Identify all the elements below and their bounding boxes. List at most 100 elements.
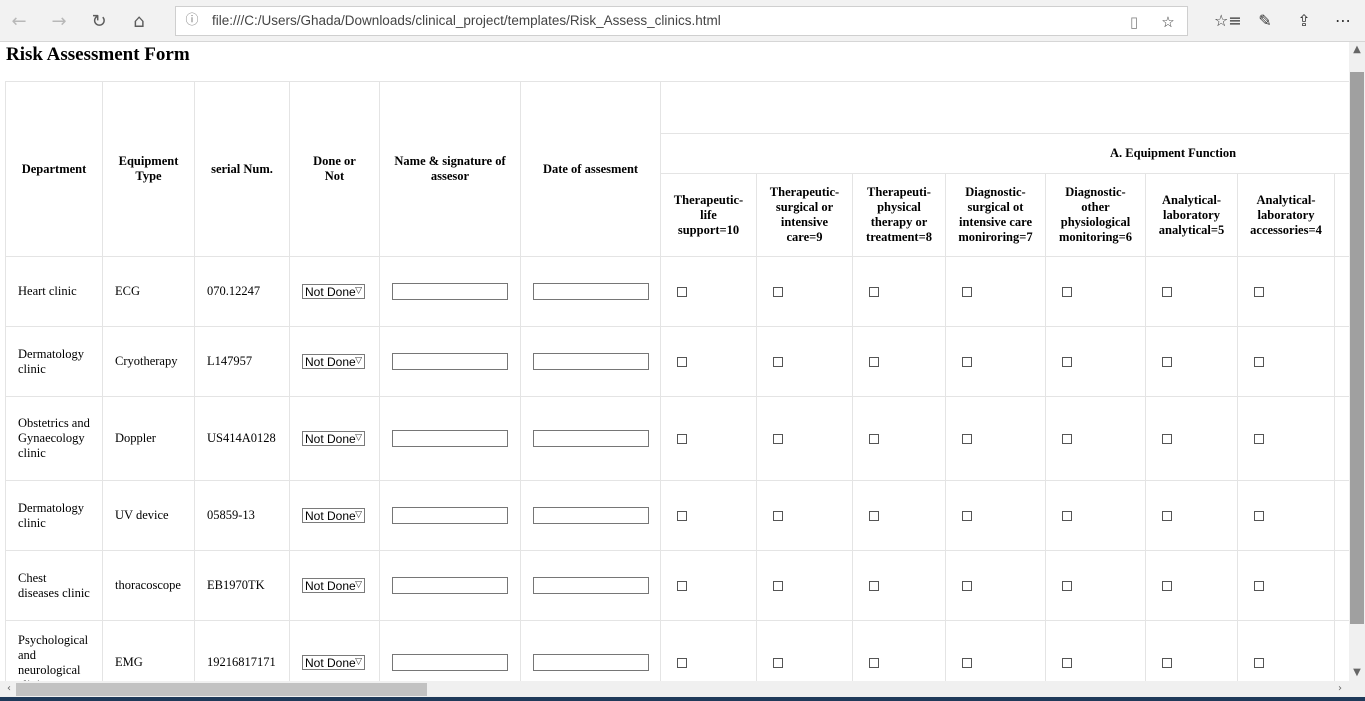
function-checkbox[interactable] bbox=[869, 658, 879, 669]
department-cell: Obstetrics and Gynaecology clinic bbox=[5, 396, 103, 481]
function-checkbox[interactable] bbox=[677, 658, 687, 669]
function-checkbox[interactable] bbox=[1162, 287, 1172, 298]
function-checkbox[interactable] bbox=[773, 287, 783, 298]
function-checkbox[interactable] bbox=[1162, 658, 1172, 669]
more-icon[interactable]: ⋯ bbox=[1331, 9, 1355, 33]
function-checkbox[interactable] bbox=[773, 658, 783, 669]
horizontal-scrollbar[interactable]: ‹ › bbox=[0, 681, 1349, 697]
function-checkbox[interactable] bbox=[1162, 357, 1172, 368]
function-checkbox[interactable] bbox=[869, 357, 879, 368]
function-checkbox[interactable] bbox=[773, 581, 783, 592]
assessor-field[interactable] bbox=[392, 283, 508, 300]
info-icon[interactable]: ⓘ bbox=[184, 13, 200, 29]
address-bar[interactable]: ⓘ file:///C:/Users/Ghada/Downloads/clini… bbox=[175, 6, 1188, 36]
equipment-type-cell: Doppler bbox=[102, 396, 195, 481]
reading-view-icon[interactable]: ▯ bbox=[1124, 12, 1144, 32]
function-checkbox[interactable] bbox=[1062, 357, 1072, 368]
function-checkbox[interactable] bbox=[962, 511, 972, 522]
header-function: Analytical-laboratory analytical=5 bbox=[1145, 173, 1238, 257]
refresh-icon[interactable]: ↻ bbox=[85, 7, 113, 35]
favorites-hub-icon[interactable]: ☆≡ bbox=[1214, 9, 1242, 33]
web-notes-icon[interactable]: ✎ bbox=[1253, 9, 1277, 33]
function-checkbox[interactable] bbox=[677, 511, 687, 522]
vertical-scrollbar[interactable]: ▲ ▼ bbox=[1349, 42, 1365, 681]
function-cell-cutoff bbox=[1334, 396, 1349, 481]
assessor-cell bbox=[379, 480, 521, 551]
function-checkbox[interactable] bbox=[962, 357, 972, 368]
done-status-select[interactable]: Not Done ▽ bbox=[302, 654, 365, 670]
assessor-field[interactable] bbox=[392, 353, 508, 370]
scroll-left-icon[interactable]: ‹ bbox=[2, 681, 16, 697]
function-checkbox[interactable] bbox=[1062, 287, 1072, 298]
function-cell bbox=[945, 326, 1046, 397]
date-field[interactable] bbox=[533, 353, 649, 370]
assessor-field[interactable] bbox=[392, 507, 508, 524]
scroll-down-icon[interactable]: ▼ bbox=[1349, 665, 1365, 681]
function-checkbox[interactable] bbox=[1254, 434, 1264, 445]
date-cell bbox=[520, 256, 661, 327]
function-checkbox[interactable] bbox=[1062, 434, 1072, 445]
function-checkbox[interactable] bbox=[1162, 511, 1172, 522]
function-checkbox[interactable] bbox=[1254, 581, 1264, 592]
function-checkbox[interactable] bbox=[869, 511, 879, 522]
forward-icon[interactable]: → bbox=[45, 7, 73, 35]
function-checkbox[interactable] bbox=[962, 658, 972, 669]
function-checkbox[interactable] bbox=[1162, 434, 1172, 445]
scroll-right-icon[interactable]: › bbox=[1333, 681, 1347, 697]
function-checkbox[interactable] bbox=[1062, 511, 1072, 522]
function-checkbox[interactable] bbox=[677, 434, 687, 445]
function-cell bbox=[756, 326, 853, 397]
header-function-cutoff bbox=[1334, 173, 1349, 257]
assessor-field[interactable] bbox=[392, 654, 508, 671]
done-status-select[interactable]: Not Done ▽ bbox=[302, 430, 365, 446]
function-checkbox[interactable] bbox=[962, 287, 972, 298]
date-field[interactable] bbox=[533, 283, 649, 300]
function-cell-cutoff bbox=[1334, 550, 1349, 621]
function-checkbox[interactable] bbox=[1062, 658, 1072, 669]
done-status-select[interactable]: Not Done ▽ bbox=[302, 283, 365, 299]
date-field[interactable] bbox=[533, 507, 649, 524]
favorite-star-icon[interactable]: ☆ bbox=[1158, 12, 1178, 32]
function-cell-cutoff bbox=[1334, 620, 1349, 681]
function-checkbox[interactable] bbox=[677, 581, 687, 592]
home-icon[interactable]: ⌂ bbox=[125, 7, 153, 35]
function-checkbox[interactable] bbox=[1162, 581, 1172, 592]
header-function: Diagnostic-other physiological monitorin… bbox=[1045, 173, 1146, 257]
function-checkbox[interactable] bbox=[1254, 658, 1264, 669]
function-checkbox[interactable] bbox=[773, 511, 783, 522]
function-checkbox[interactable] bbox=[962, 581, 972, 592]
assessor-field[interactable] bbox=[392, 430, 508, 447]
function-checkbox[interactable] bbox=[677, 287, 687, 298]
date-field[interactable] bbox=[533, 430, 649, 447]
date-field[interactable] bbox=[533, 654, 649, 671]
function-checkbox[interactable] bbox=[962, 434, 972, 445]
function-cell bbox=[945, 620, 1046, 681]
date-field[interactable] bbox=[533, 577, 649, 594]
function-checkbox[interactable] bbox=[1254, 287, 1264, 298]
back-icon[interactable]: ← bbox=[5, 7, 33, 35]
function-cell bbox=[852, 256, 946, 327]
function-checkbox[interactable] bbox=[1254, 511, 1264, 522]
scroll-up-icon[interactable]: ▲ bbox=[1349, 42, 1365, 70]
function-checkbox[interactable] bbox=[677, 357, 687, 368]
function-checkbox[interactable] bbox=[1062, 581, 1072, 592]
done-status-select[interactable]: Not Done ▽ bbox=[302, 353, 365, 369]
assessor-field[interactable] bbox=[392, 577, 508, 594]
address-url[interactable]: file:///C:/Users/Ghada/Downloads/clinica… bbox=[212, 13, 721, 28]
function-cell bbox=[1237, 396, 1335, 481]
serial-cell: 070.12247 bbox=[194, 256, 290, 327]
function-checkbox[interactable] bbox=[1254, 357, 1264, 368]
share-icon[interactable]: ⇪ bbox=[1292, 9, 1316, 33]
function-checkbox[interactable] bbox=[869, 581, 879, 592]
function-checkbox[interactable] bbox=[773, 434, 783, 445]
function-cell bbox=[852, 396, 946, 481]
function-cell bbox=[1237, 256, 1335, 327]
done-status-select[interactable]: Not Done ▽ bbox=[302, 507, 365, 523]
function-checkbox[interactable] bbox=[869, 287, 879, 298]
function-checkbox[interactable] bbox=[869, 434, 879, 445]
vertical-scroll-thumb[interactable] bbox=[1350, 72, 1364, 624]
horizontal-scroll-thumb[interactable] bbox=[16, 683, 427, 696]
done-status-select[interactable]: Not Done ▽ bbox=[302, 577, 365, 593]
chevron-down-icon: ▽ bbox=[355, 285, 362, 296]
function-checkbox[interactable] bbox=[773, 357, 783, 368]
